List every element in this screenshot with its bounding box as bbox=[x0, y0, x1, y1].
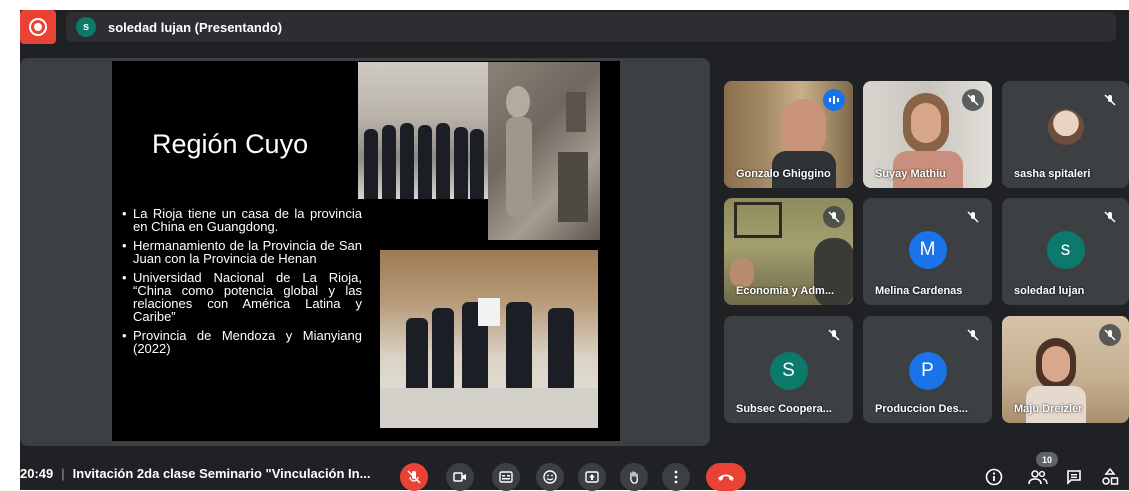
participant-name: sasha spitaleri bbox=[1014, 168, 1091, 180]
top-border bbox=[0, 0, 1129, 10]
participant-tile-soledad[interactable]: s soledad lujan bbox=[1002, 198, 1129, 305]
end-call-icon bbox=[718, 474, 734, 481]
mic-off-icon bbox=[962, 324, 984, 346]
participant-tile-melina[interactable]: M Melina Cardenas bbox=[863, 198, 992, 305]
participant-name: Produccion Des... bbox=[875, 403, 968, 415]
mic-off-icon bbox=[823, 206, 845, 228]
presenter-avatar: s bbox=[76, 17, 96, 37]
camera-toggle-button[interactable] bbox=[446, 463, 474, 491]
participant-photo bbox=[1047, 109, 1084, 145]
activities-icon bbox=[1102, 468, 1119, 485]
participant-avatar: s bbox=[1046, 231, 1085, 269]
participant-name: Suyay Mathiu bbox=[875, 168, 946, 180]
info-icon bbox=[985, 468, 1003, 486]
participant-tile-produccion[interactable]: P Produccion Des... bbox=[863, 316, 992, 423]
slide-bullets: La Rioja tiene un casa de la provincia e… bbox=[122, 207, 362, 361]
emoji-icon bbox=[543, 470, 557, 484]
presenter-indicator[interactable]: s soledad lujan (Presentando) bbox=[66, 12, 1116, 42]
participant-tile-subsec[interactable]: S Subsec Coopera... bbox=[724, 316, 853, 423]
participant-tile-gonzalo[interactable]: Gonzalo Ghiggino bbox=[724, 81, 853, 188]
more-options-button[interactable] bbox=[662, 463, 690, 491]
meeting-details-button[interactable] bbox=[982, 465, 1006, 489]
participant-name: Gonzalo Ghiggino bbox=[736, 168, 831, 180]
participant-tile-suyay[interactable]: Suyay Mathiu bbox=[863, 81, 992, 188]
participant-tile-maju[interactable]: Maju Dreizler bbox=[1002, 316, 1129, 423]
participant-name: Economia y Adm... bbox=[736, 285, 835, 297]
top-bar: s soledad lujan (Presentando) bbox=[20, 10, 1129, 44]
participant-name: Subsec Coopera... bbox=[736, 403, 832, 415]
meeting-title[interactable]: Invitación 2da clase Seminario "Vinculac… bbox=[73, 466, 371, 481]
participant-name: Maju Dreizler bbox=[1014, 403, 1083, 415]
slide-bullet: Universidad Nacional de La Rioja, “China… bbox=[122, 271, 362, 323]
speaking-icon bbox=[823, 89, 845, 111]
slide-bullet: La Rioja tiene un casa de la provincia e… bbox=[122, 207, 362, 233]
slide-photo-sculpture bbox=[488, 62, 600, 240]
meeting-clock: 20:49 bbox=[20, 466, 54, 481]
mic-toggle-button[interactable] bbox=[400, 463, 428, 491]
people-icon bbox=[1028, 470, 1048, 485]
chat-button[interactable] bbox=[1062, 465, 1086, 489]
mic-off-icon bbox=[962, 206, 984, 228]
slide-photo-delegation bbox=[358, 62, 488, 199]
mic-off-icon bbox=[407, 470, 421, 484]
mic-off-icon bbox=[1099, 324, 1121, 346]
slide-bullet: Provincia de Mendoza y Mianyiang (2022) bbox=[122, 329, 362, 355]
participant-avatar: M bbox=[908, 231, 947, 269]
raise-hand-icon bbox=[630, 471, 638, 484]
activities-button[interactable] bbox=[1098, 465, 1122, 489]
mic-off-icon bbox=[962, 89, 984, 111]
separator: | bbox=[61, 466, 65, 481]
mic-off-icon bbox=[1099, 89, 1121, 111]
participant-avatar: P bbox=[908, 352, 947, 390]
mic-off-icon bbox=[823, 324, 845, 346]
presentation-stage: Región Cuyo La Rioja tiene un casa de la… bbox=[20, 58, 710, 446]
slide-bullet: Hermanamiento de la Provincia de San Jua… bbox=[122, 239, 362, 265]
present-button[interactable] bbox=[578, 463, 606, 491]
slide-photo-signing bbox=[380, 250, 598, 428]
presentation-slide: Región Cuyo La Rioja tiene un casa de la… bbox=[112, 61, 620, 441]
captions-button[interactable] bbox=[492, 463, 520, 491]
more-icon bbox=[674, 470, 678, 484]
mic-off-icon bbox=[1099, 206, 1121, 228]
meet-window: s soledad lujan (Presentando) Región Cuy… bbox=[0, 0, 1129, 491]
present-icon bbox=[585, 471, 599, 483]
captions-icon bbox=[499, 471, 513, 483]
raise-hand-button[interactable] bbox=[620, 463, 648, 491]
camera-icon bbox=[453, 472, 466, 482]
bottom-bar: 20:49 | Invitación 2da clase Seminario "… bbox=[20, 452, 1129, 491]
participant-tile-economia[interactable]: Economia y Adm... bbox=[724, 198, 853, 305]
left-border bbox=[0, 0, 20, 490]
slide-title: Región Cuyo bbox=[152, 129, 309, 159]
chat-icon bbox=[1067, 470, 1081, 485]
record-icon bbox=[29, 18, 47, 36]
record-button[interactable] bbox=[20, 10, 56, 44]
emoji-button[interactable] bbox=[536, 463, 564, 491]
participant-avatar: S bbox=[769, 352, 808, 390]
participant-name: soledad lujan bbox=[1014, 285, 1085, 297]
presenter-label: soledad lujan (Presentando) bbox=[108, 19, 283, 35]
participant-tile-sasha[interactable]: sasha spitaleri bbox=[1002, 81, 1129, 188]
people-button[interactable] bbox=[1026, 465, 1050, 489]
leave-call-button[interactable] bbox=[706, 463, 746, 491]
participant-name: Melina Cardenas bbox=[875, 285, 963, 297]
